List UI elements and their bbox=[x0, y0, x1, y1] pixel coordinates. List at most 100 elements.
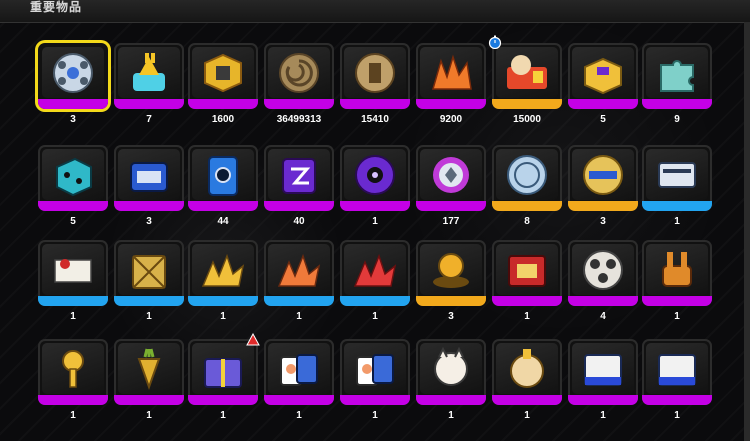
item-card[interactable] bbox=[642, 339, 712, 405]
item-slot[interactable]: 1 bbox=[642, 145, 712, 231]
item-slot[interactable]: 1 bbox=[264, 240, 334, 326]
item-slot[interactable]: 1 bbox=[114, 240, 184, 326]
tiger-card-icon bbox=[584, 354, 622, 386]
item-count: 1 bbox=[674, 410, 680, 421]
item-slot[interactable]: 1 bbox=[188, 333, 260, 425]
item-card[interactable] bbox=[492, 43, 562, 109]
item-card[interactable] bbox=[568, 43, 638, 109]
rarity-bar bbox=[568, 296, 638, 306]
bunny-ticket-icon bbox=[507, 55, 547, 89]
item-card[interactable] bbox=[492, 240, 562, 306]
rarity-bar bbox=[188, 296, 258, 306]
item-count: 15000 bbox=[513, 114, 541, 125]
item-card[interactable] bbox=[38, 339, 108, 405]
item-card[interactable] bbox=[340, 43, 410, 109]
item-card[interactable] bbox=[188, 339, 258, 405]
rarity-bar bbox=[38, 395, 108, 405]
item-slot[interactable]: 9200 bbox=[416, 43, 486, 129]
item-count: 40 bbox=[293, 216, 305, 227]
item-card[interactable] bbox=[114, 43, 184, 109]
gold-carrot-icon bbox=[137, 348, 161, 390]
item-card[interactable] bbox=[492, 339, 562, 405]
item-card[interactable] bbox=[568, 339, 638, 405]
item-slot[interactable]: 177 bbox=[416, 145, 486, 231]
item-card[interactable] bbox=[188, 240, 258, 306]
item-slot[interactable]: 1 bbox=[188, 240, 258, 326]
scrollbar[interactable] bbox=[744, 22, 750, 441]
item-card[interactable] bbox=[114, 145, 184, 211]
item-card[interactable] bbox=[38, 240, 108, 306]
item-slot[interactable]: 1 bbox=[492, 240, 562, 326]
item-slot[interactable]: 1 bbox=[416, 339, 486, 425]
rarity-bar bbox=[38, 99, 108, 109]
item-slot[interactable]: 40 bbox=[264, 145, 334, 231]
gold-medal-icon bbox=[583, 155, 623, 195]
item-card[interactable] bbox=[114, 240, 184, 306]
item-slot[interactable]: 3 bbox=[416, 240, 486, 326]
item-slot[interactable]: 1 bbox=[568, 339, 638, 425]
item-slot[interactable]: 5 bbox=[38, 145, 108, 231]
item-slot[interactable]: 1 bbox=[340, 339, 410, 425]
film-reel-icon bbox=[583, 250, 623, 290]
item-count: 1 bbox=[674, 216, 680, 227]
item-card[interactable] bbox=[188, 43, 258, 109]
item-card[interactable] bbox=[264, 339, 334, 405]
item-slot[interactable]: 15410 bbox=[340, 43, 410, 129]
item-card[interactable] bbox=[114, 339, 184, 405]
item-slot[interactable]: 36499313 bbox=[264, 43, 334, 129]
item-card[interactable] bbox=[416, 145, 486, 211]
item-card[interactable] bbox=[416, 339, 486, 405]
rarity-bar bbox=[114, 395, 184, 405]
red-scroll-icon bbox=[508, 255, 546, 287]
item-count: 1 bbox=[70, 311, 76, 322]
spiral-coin-icon bbox=[279, 53, 319, 93]
item-slot[interactable]: 1 bbox=[340, 240, 410, 326]
item-slot[interactable]: 1 bbox=[642, 339, 712, 425]
item-card[interactable] bbox=[188, 145, 258, 211]
item-slot[interactable]: 5 bbox=[568, 43, 638, 129]
item-slot[interactable]: 8 bbox=[492, 145, 562, 231]
item-card[interactable] bbox=[340, 339, 410, 405]
item-card[interactable] bbox=[568, 240, 638, 306]
item-slot[interactable]: 1 bbox=[340, 145, 410, 231]
item-count: 8 bbox=[524, 216, 530, 227]
item-card[interactable] bbox=[416, 43, 486, 109]
item-slot[interactable]: 1600 bbox=[188, 43, 258, 129]
item-card[interactable] bbox=[340, 145, 410, 211]
item-card[interactable] bbox=[642, 43, 712, 109]
purple-record-icon bbox=[355, 155, 395, 195]
rarity-bar bbox=[38, 201, 108, 211]
item-slot[interactable]: 1 bbox=[38, 240, 108, 326]
item-slot[interactable]: 4 bbox=[568, 240, 638, 326]
item-slot[interactable]: 3 bbox=[568, 145, 638, 231]
item-card[interactable] bbox=[264, 240, 334, 306]
item-card[interactable] bbox=[340, 240, 410, 306]
item-slot[interactable]: 3 bbox=[114, 145, 184, 231]
item-card[interactable] bbox=[264, 145, 334, 211]
gold-bear-statue-icon bbox=[433, 253, 469, 288]
item-slot[interactable]: 1 bbox=[38, 339, 108, 425]
item-slot[interactable]: 3 bbox=[38, 43, 108, 129]
item-card[interactable] bbox=[38, 145, 108, 211]
item-slot[interactable]: 1 bbox=[642, 240, 712, 326]
item-card[interactable] bbox=[492, 145, 562, 211]
orange-shard-icon bbox=[277, 253, 321, 287]
item-slot[interactable]: 1 bbox=[264, 339, 334, 425]
item-count: 1 bbox=[600, 410, 606, 421]
item-card[interactable] bbox=[416, 240, 486, 306]
item-slot[interactable]: 1 bbox=[114, 339, 184, 425]
item-card[interactable] bbox=[568, 145, 638, 211]
item-card[interactable] bbox=[642, 240, 712, 306]
item-card[interactable] bbox=[264, 43, 334, 109]
item-slot[interactable]: 15000 bbox=[488, 35, 562, 129]
item-card[interactable] bbox=[38, 43, 108, 109]
item-slot[interactable]: 44 bbox=[188, 145, 258, 231]
item-slot[interactable]: 7 bbox=[114, 43, 184, 129]
rarity-bar bbox=[642, 201, 712, 211]
item-slot[interactable]: 1 bbox=[492, 339, 562, 425]
item-count: 5 bbox=[70, 216, 76, 227]
item-count: 1 bbox=[524, 410, 530, 421]
item-card[interactable] bbox=[642, 145, 712, 211]
item-slot[interactable]: 9 bbox=[642, 43, 712, 129]
rarity-bar bbox=[264, 296, 334, 306]
